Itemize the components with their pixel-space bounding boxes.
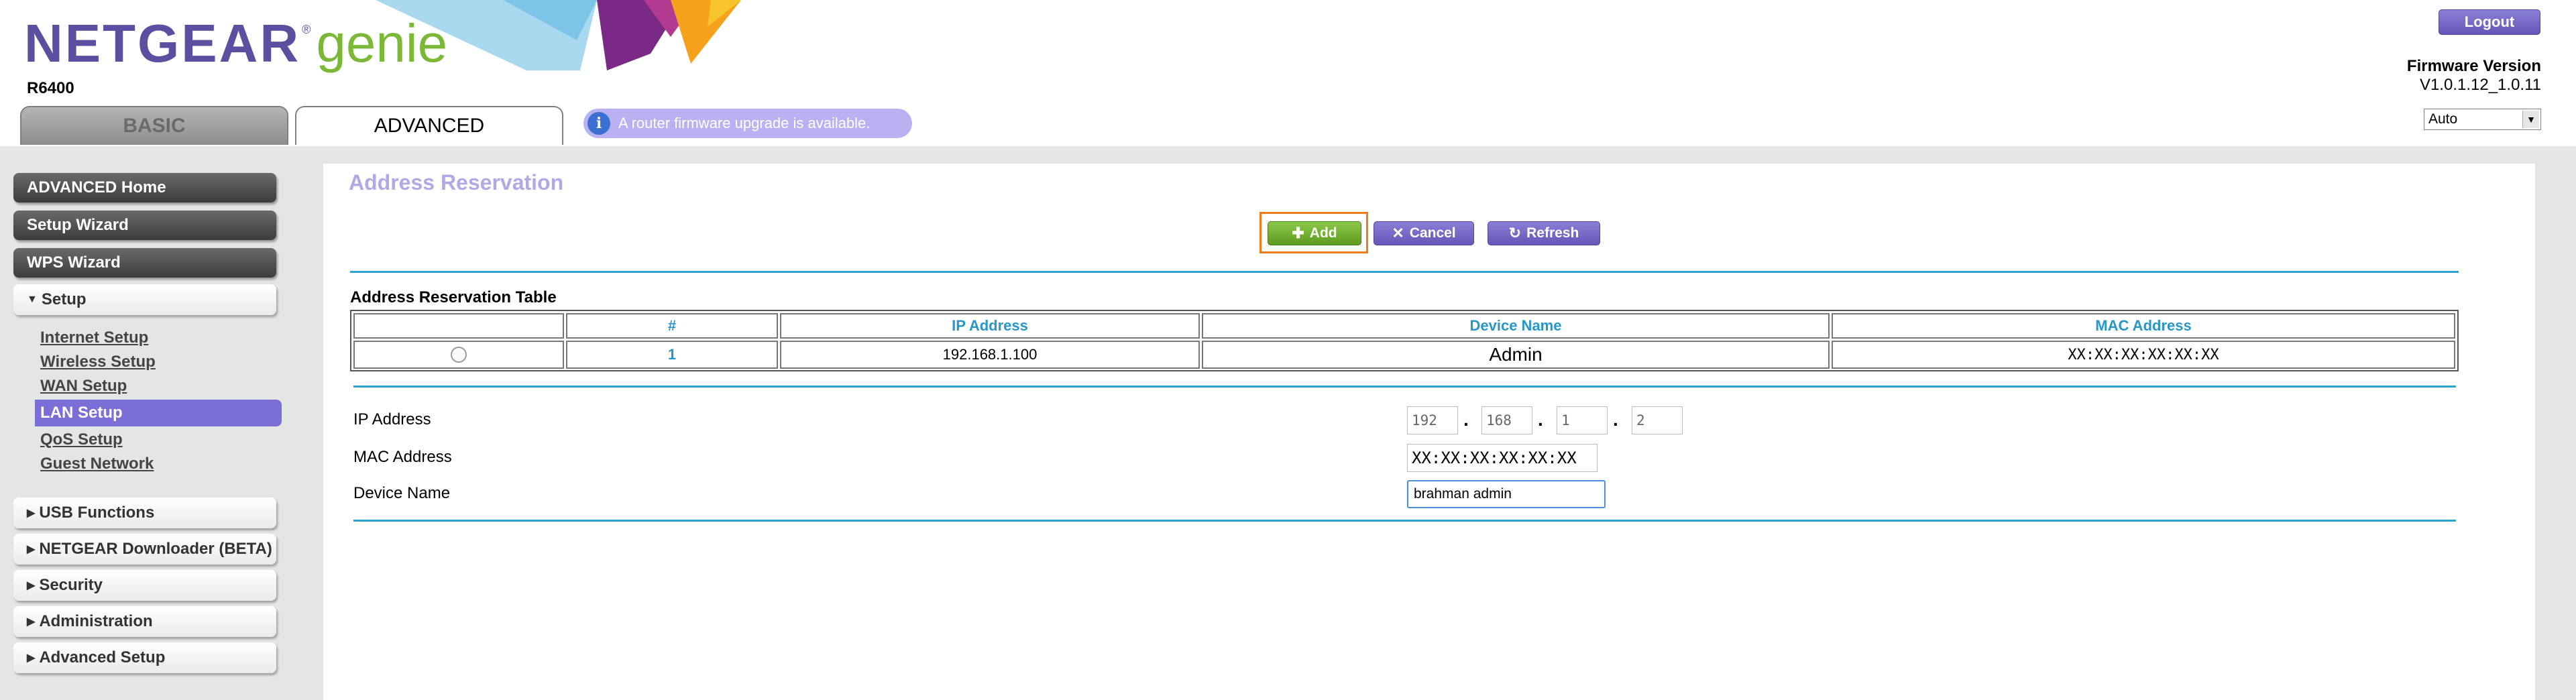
ip-octet-1-input[interactable]: 192 bbox=[1407, 406, 1458, 434]
sidebar-subitem-guest-network[interactable]: Guest Network bbox=[40, 455, 154, 473]
firmware-version-label: Firmware Version bbox=[2406, 57, 2541, 75]
triangle-right-icon: ▶ bbox=[27, 616, 36, 628]
ip-octet-2-input[interactable]: 168 bbox=[1481, 406, 1532, 434]
logo-registered-mark: ® bbox=[302, 23, 311, 36]
add-button[interactable]: ✚ Add bbox=[1268, 221, 1361, 245]
ip-separator: . bbox=[1613, 409, 1618, 430]
plus-icon: ✚ bbox=[1292, 225, 1304, 241]
table-row-select[interactable] bbox=[353, 341, 564, 369]
firmware-upgrade-notice[interactable]: i A router firmware upgrade is available… bbox=[583, 109, 912, 138]
sidebar-item-advanced-home[interactable]: ADVANCED Home bbox=[13, 173, 276, 202]
sidebar-item-label: Setup bbox=[41, 290, 87, 308]
device-name-label: Device Name bbox=[353, 484, 451, 502]
header-decoration bbox=[376, 0, 741, 70]
triangle-right-icon: ▶ bbox=[27, 580, 36, 591]
section-divider bbox=[350, 271, 2459, 273]
table-cell-ip: 192.168.1.100 bbox=[780, 341, 1200, 369]
ip-separator: . bbox=[1538, 409, 1543, 430]
ip-address-label: IP Address bbox=[353, 410, 431, 428]
language-selected: Auto bbox=[2428, 111, 2458, 127]
close-icon: ✕ bbox=[1392, 225, 1404, 241]
firmware-notice-text: A router firmware upgrade is available. bbox=[618, 115, 871, 131]
mac-address-input[interactable]: XX:XX:XX:XX:XX:XX bbox=[1407, 444, 1598, 472]
table-cell-mac: XX:XX:XX:XX:XX:XX bbox=[1832, 341, 2455, 369]
sidebar-subitem-internet-setup[interactable]: Internet Setup bbox=[40, 329, 148, 347]
triangle-right-icon: ▶ bbox=[27, 652, 36, 664]
language-select[interactable]: Auto ▼ bbox=[2424, 109, 2541, 130]
refresh-button-label: Refresh bbox=[1526, 225, 1579, 241]
sidebar-item-wps-wizard[interactable]: WPS Wizard bbox=[13, 248, 276, 278]
table-title: Address Reservation Table bbox=[350, 288, 557, 306]
sidebar-item-advanced-setup[interactable]: ▶ Advanced Setup bbox=[13, 642, 276, 673]
refresh-button[interactable]: ↻ Refresh bbox=[1488, 221, 1600, 245]
logo-brand: NETGEAR bbox=[24, 13, 301, 73]
sidebar-subitem-wan-setup[interactable]: WAN Setup bbox=[40, 377, 127, 396]
triangle-right-icon: ▶ bbox=[27, 508, 36, 519]
sidebar-item-label: Administration bbox=[39, 612, 153, 630]
tab-basic[interactable]: BASIC bbox=[20, 106, 288, 145]
table-header-ip: IP Address bbox=[780, 313, 1200, 339]
sidebar-subitem-wireless-setup[interactable]: Wireless Setup bbox=[40, 353, 156, 371]
row-radio-button[interactable] bbox=[451, 347, 467, 363]
page-title: Address Reservation bbox=[349, 170, 564, 194]
device-name-input[interactable]: brahman admin bbox=[1407, 480, 1606, 508]
sidebar-subitem-qos-setup[interactable]: QoS Setup bbox=[40, 430, 123, 449]
table-header-mac: MAC Address bbox=[1832, 313, 2455, 339]
table-cell-number: 1 bbox=[566, 341, 778, 369]
ip-octet-3-input[interactable]: 1 bbox=[1557, 406, 1608, 434]
sidebar-item-setup[interactable]: ▼ Setup bbox=[13, 284, 276, 315]
tab-advanced[interactable]: ADVANCED bbox=[295, 106, 563, 145]
table-header-device-name: Device Name bbox=[1202, 313, 1830, 339]
logout-button[interactable]: Logout bbox=[2439, 9, 2540, 35]
chevron-down-icon[interactable]: ▼ bbox=[2522, 111, 2539, 128]
table-header-select bbox=[353, 313, 564, 339]
add-button-label: Add bbox=[1309, 225, 1337, 241]
sidebar-item-label: USB Functions bbox=[39, 504, 155, 522]
refresh-icon: ↻ bbox=[1508, 225, 1522, 241]
sidebar-item-label: Advanced Setup bbox=[39, 648, 166, 666]
sidebar-item-security[interactable]: ▶ Security bbox=[13, 570, 276, 601]
section-divider bbox=[353, 520, 2456, 522]
sidebar-item-usb-functions[interactable]: ▶ USB Functions bbox=[13, 498, 276, 528]
cancel-button[interactable]: ✕ Cancel bbox=[1374, 221, 1474, 245]
sidebar-item-administration[interactable]: ▶ Administration bbox=[13, 606, 276, 637]
reservation-table: # IP Address Device Name MAC Address 1 1… bbox=[350, 310, 2459, 371]
table-header-number: # bbox=[566, 313, 778, 339]
sidebar-subitem-lan-setup[interactable]: LAN Setup bbox=[35, 400, 282, 426]
section-divider bbox=[353, 386, 2456, 388]
ip-separator: . bbox=[1463, 409, 1469, 430]
triangle-right-icon: ▶ bbox=[27, 544, 36, 555]
sidebar-item-netgear-downloader[interactable]: ▶ NETGEAR Downloader (BETA) bbox=[13, 534, 276, 565]
mac-address-label: MAC Address bbox=[353, 448, 452, 466]
cancel-button-label: Cancel bbox=[1409, 225, 1456, 241]
firmware-version-value: V1.0.1.12_1.0.11 bbox=[2419, 76, 2541, 94]
sidebar-item-label: Security bbox=[39, 576, 103, 594]
triangle-down-icon: ▼ bbox=[27, 294, 38, 305]
ip-octet-4-input[interactable]: 2 bbox=[1632, 406, 1683, 434]
sidebar-item-label: NETGEAR Downloader (BETA) bbox=[39, 540, 272, 558]
info-icon: i bbox=[587, 112, 610, 135]
router-model: R6400 bbox=[27, 79, 74, 97]
table-cell-device-name: Admin bbox=[1202, 341, 1830, 369]
sidebar-item-setup-wizard[interactable]: Setup Wizard bbox=[13, 211, 276, 240]
